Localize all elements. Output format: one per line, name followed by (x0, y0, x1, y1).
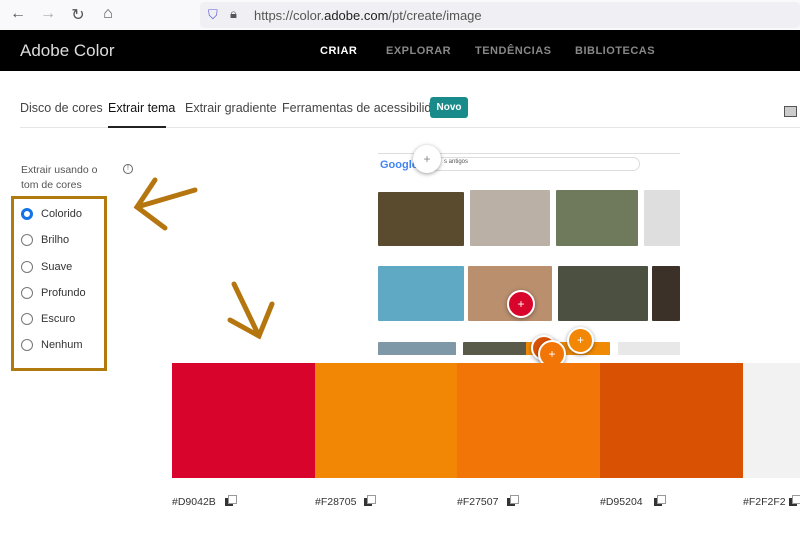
search-text: s antigos (444, 159, 469, 165)
tab-ferramentas-acessibilidade[interactable]: Ferramentas de acessibilidade (282, 101, 452, 115)
thumbnail (558, 266, 648, 321)
source-image-preview[interactable]: Google s antigos (378, 153, 680, 355)
extract-mood-label: Extrair usando o tom de cores (21, 164, 98, 191)
nav-criar[interactable]: CRIAR (320, 45, 357, 57)
copy-icon[interactable] (654, 495, 666, 506)
thumbnail (470, 190, 550, 246)
address-bar[interactable]: ⛉ 🔒︎ https://color.adobe.com/pt/create/i… (200, 2, 800, 28)
reload-icon[interactable]: ↻ (68, 5, 88, 25)
swatch-1[interactable] (172, 363, 315, 478)
color-picker-handle[interactable]: + (567, 327, 594, 354)
lock-icon: 🔒︎ (230, 6, 237, 21)
active-tab-indicator (108, 126, 166, 128)
brand-logo[interactable]: Adobe Color (20, 41, 115, 61)
radio-colorido[interactable]: Colorido (21, 207, 82, 221)
radio-label: Brilho (41, 234, 70, 246)
thumbnail (378, 192, 464, 246)
radio-brilho[interactable]: Brilho (21, 233, 69, 247)
tab-extrair-tema[interactable]: Extrair tema (108, 101, 175, 115)
copy-icon[interactable] (225, 495, 237, 506)
nav-bibliotecas[interactable]: BIBLIOTECAS (575, 45, 655, 57)
swatch-hex[interactable]: #F2F2F2 (743, 496, 786, 508)
browser-toolbar: ← → ↻ ⌂ ⛉ 🔒︎ https://color.adobe.com/pt/… (0, 0, 800, 30)
thumbnail (644, 190, 680, 246)
swatch-3[interactable] (457, 363, 600, 478)
swatch-hex[interactable]: #D9042B (172, 496, 216, 508)
copy-icon[interactable] (789, 495, 800, 506)
annotation-arrow-left-icon (133, 177, 198, 231)
thumbnail (618, 342, 680, 355)
copy-icon[interactable] (507, 495, 519, 506)
radio-label: Escuro (41, 313, 76, 325)
radio-label: Colorido (41, 208, 82, 220)
radio-icon (21, 339, 33, 351)
search-box: s antigos (418, 157, 640, 171)
shield-icon: ⛉ (208, 7, 218, 22)
radio-profundo[interactable]: Profundo (21, 286, 86, 300)
nav-explorar[interactable]: EXPLORAR (386, 45, 451, 57)
thumbnail (556, 190, 638, 246)
back-icon[interactable]: ← (8, 5, 28, 23)
annotation-arrow-down-icon (227, 281, 275, 340)
forward-icon[interactable]: → (38, 5, 58, 23)
color-picker-handle[interactable]: + (507, 290, 535, 318)
new-badge: Novo (430, 97, 468, 118)
thumbnail (378, 266, 464, 321)
radio-icon (21, 313, 33, 325)
tab-extrair-gradiente[interactable]: Extrair gradiente (185, 101, 277, 115)
swatch-hex[interactable]: #D95204 (600, 496, 643, 508)
radio-icon (21, 234, 33, 246)
swatch-5[interactable] (743, 363, 800, 478)
radio-escuro[interactable]: Escuro (21, 312, 75, 326)
swatch-4[interactable] (600, 363, 743, 478)
image-icon[interactable] (784, 106, 797, 117)
thumbnail (652, 266, 680, 321)
radio-label: Profundo (41, 287, 86, 299)
home-icon[interactable]: ⌂ (98, 5, 118, 23)
swatch-2[interactable] (315, 363, 457, 478)
radio-label: Suave (41, 261, 73, 273)
color-picker-handle[interactable]: + (413, 145, 441, 173)
radio-selected-icon (21, 208, 33, 220)
url-text: https://color.adobe.com/pt/create/image (254, 8, 482, 23)
tab-disco-de-cores[interactable]: Disco de cores (20, 101, 103, 115)
radio-icon (21, 287, 33, 299)
swatch-hex[interactable]: #F27507 (457, 496, 498, 508)
top-nav: Adobe Color CRIAR EXPLORAR TENDÊNCIAS BI… (0, 30, 800, 71)
nav-tendencias[interactable]: TENDÊNCIAS (475, 45, 552, 57)
radio-label: Nenhum (41, 339, 83, 351)
radio-suave[interactable]: Suave (21, 260, 72, 274)
swatch-hex[interactable]: #F28705 (315, 496, 356, 508)
radio-icon (21, 261, 33, 273)
copy-icon[interactable] (364, 495, 376, 506)
radio-nenhum[interactable]: Nenhum (21, 338, 83, 352)
thumbnail (378, 342, 456, 355)
